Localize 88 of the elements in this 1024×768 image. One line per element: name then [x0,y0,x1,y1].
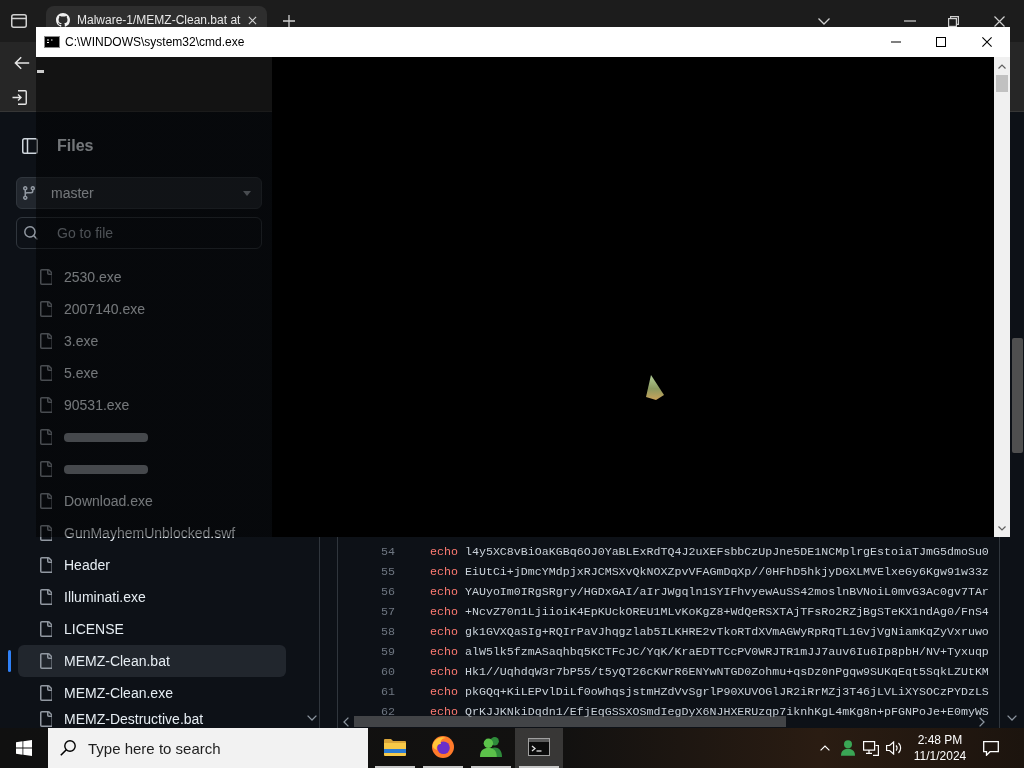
file-icon [40,493,52,509]
file-icon [40,525,52,541]
line-number: 60 [380,664,395,678]
code-line: echo pkGQq+KiLEPvlDiLf0oWhqsjstmHZdVvSgrlP90XUVOGlJR2iRrMZj3T46jLVLiXYSOCzPYDzLS [430,684,989,698]
maximize-icon[interactable] [936,37,946,47]
line-number: 56 [380,584,395,598]
text-cursor [37,70,44,73]
file-icon [40,653,52,669]
file-icon [40,301,52,317]
file-tree-item[interactable]: Download.exe [18,485,286,517]
code-line: echo QrKJJKNkiDqdn1/EfjEqGSSXOSmdIegDyX6NJHXERUzqp7iknhKgL4mKg8n+pFGNPoJe+E0myWS [430,704,989,718]
file-tree-item[interactable]: MEMZ-Clean.exe [18,677,286,709]
close-icon[interactable] [982,37,992,47]
search-icon [60,740,76,756]
code-line: echo Hk1//UqhdqW3r7bP55/t5yQT26cKWrR6ENYwNTGD0Zohmu+qsDz0nPgqw9SUKqEqt5SqkLZUtKM [430,664,989,678]
network-icon[interactable] [863,740,879,756]
file-icon [40,685,52,701]
cone-icon [646,375,664,400]
scrollbar-thumb[interactable] [1012,338,1023,453]
line-number: 61 [380,684,395,698]
code-line: echo +NcvZ70n1LjiioiK4EpKUckOREU1MLvKoKgZ8+WdQeRSXTAjTFsRo2RZjBgSTeKX1ndAg0/FnS4 [430,604,989,618]
sign-in-icon[interactable] [12,90,27,105]
line-number: 58 [380,624,395,638]
panel-title: Files [57,137,94,155]
file-tree-item[interactable]: 3.exe [18,325,286,357]
file-tree-item[interactable]: 2007140.exe [18,293,286,325]
line-number: 59 [380,644,395,658]
chevron-left-icon[interactable] [343,716,349,727]
branch-icon [23,186,35,200]
file-tree-item[interactable]: LICENSE [18,613,286,645]
file-icon [40,365,52,381]
scrollbar-thumb[interactable] [354,716,786,727]
search-icon [24,226,38,240]
sidebar-toggle-icon[interactable] [22,138,38,154]
chevron-right-icon[interactable] [979,716,985,727]
cat-logo-icon [56,13,70,27]
code-line: echo gk1GVXQaSIg+RQIrPaVJhqgzlab5ILKHRE2vTkoRTdXVmAGWyRpRqTL1GvjVgNiamKqZyVxruwo [430,624,989,638]
back-arrow-icon[interactable] [14,56,30,70]
file-icon [40,710,52,727]
terminal-icon [528,738,550,756]
line-number: 62 [380,704,395,718]
search-field[interactable]: Type here to search [48,728,368,768]
file-tree-item[interactable]: GunMayhemUnblocked.swf [18,517,286,549]
clock-date: 11/1/2024 [913,748,967,764]
file-tree-item[interactable]: MEMZ-Clean.bat [18,645,286,677]
file-icon [40,557,52,573]
code-line: echo EiUtCi+jDmcYMdpjxRJCMSXvQkNOXZpvVFAGmDqXp//0HFhD5hkjyDGXLMVElxeGy6Kgw91w33z [430,564,989,578]
clock-time: 2:48 PM [917,732,963,748]
file-tree-item[interactable]: 90531.exe [18,389,286,421]
line-number: 57 [380,604,395,618]
file-icon [40,621,52,637]
window-title: C:\WINDOWS\system32\cmd.exe [65,35,245,49]
code-line: echo YAUyoIm0IRgSRgry/HGDxGAI/aIrJWgqln1SYIFhvyewAuSS42moslnBVNoiL0mvG3Ac0gv7TAr [430,584,989,598]
code-line: echo l4y5XC8vBiOaKGBq6OJ0YaBLExRdTQ4J2uXEFsbbCzUpJne5DE1NCMplrgEstoiaTJmG5dmoSu0 [430,544,989,558]
person-icon[interactable] [841,740,855,756]
file-icon [40,269,52,285]
file-tree-item[interactable]: 2530.exe [18,261,286,293]
plus-icon[interactable] [283,15,295,27]
tab-menu-icon[interactable] [11,13,27,29]
file-icon [40,397,52,413]
line-number: 55 [380,564,395,578]
restore-icon[interactable] [948,15,959,27]
folder-icon [384,738,406,756]
code-line: echo alW5lk5fzmASaqhbq5KCTFcJC/YqK/KraEDTTCcPV0WRJTR1mJJ7auv6Iu6Ip8pbH/NV+Tyxuqp [430,644,989,658]
file-tree-item[interactable]: Illuminati.exe [18,581,286,613]
browser-tab[interactable]: Malware-1/MEMZ-Clean.bat at [46,6,267,27]
file-tree-item[interactable]: Header [18,549,286,581]
people-icon [480,737,502,757]
scrollbar-thumb[interactable] [996,75,1008,92]
console-icon [44,36,60,48]
file-icon [40,461,52,477]
file-tree-item[interactable]: 5.exe [18,357,286,389]
volume-icon[interactable] [886,741,902,755]
taskbar-app-button[interactable] [515,728,563,768]
branch-dropdown[interactable]: master [16,177,262,209]
windows-logo-icon[interactable] [16,740,32,756]
line-number: 54 [380,544,395,558]
notification-icon[interactable] [983,740,999,756]
file-search-field[interactable]: Go to file [16,217,262,249]
file-tree-item[interactable]: MEMZ-Destructive.bat [18,709,286,728]
file-icon [40,429,52,445]
fox-globe-icon [432,736,454,758]
chevron-down-icon[interactable] [1007,715,1017,721]
chevron-down-icon[interactable] [998,526,1006,531]
file-icon [40,333,52,349]
file-icon [40,589,52,605]
caret-down-icon [243,190,251,196]
chevron-down-icon[interactable] [306,715,317,721]
